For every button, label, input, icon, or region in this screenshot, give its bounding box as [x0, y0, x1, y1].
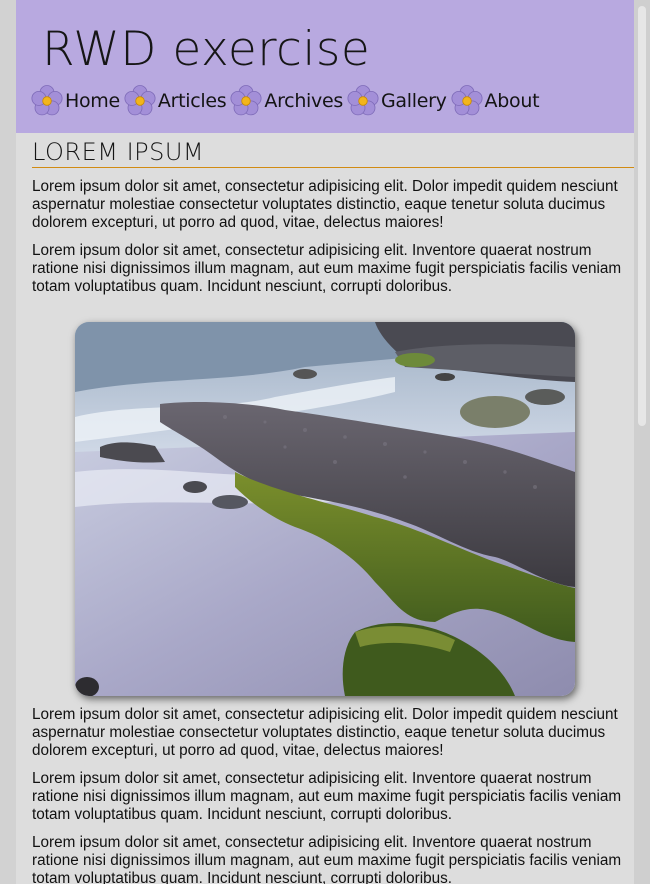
flower-icon [451, 85, 483, 116]
nav-label-archives: Archives [264, 90, 343, 112]
page: RWD exercise Home Articles Archives Gall… [16, 0, 634, 884]
nav-label-home: Home [65, 90, 120, 112]
section-heading: LOREM IPSUM [32, 133, 634, 168]
nav-item-gallery[interactable]: Gallery [346, 84, 447, 118]
beach-rock-photo [75, 322, 575, 696]
nav-item-articles[interactable]: Articles [123, 84, 227, 118]
site-title: RWD exercise [42, 22, 371, 77]
vertical-scrollbar[interactable] [634, 0, 650, 884]
nav-label-articles: Articles [157, 90, 227, 112]
flower-icon [230, 85, 262, 116]
site-header: RWD exercise Home Articles Archives Gall… [16, 0, 634, 133]
nav-item-home[interactable]: Home [30, 84, 120, 118]
paragraph: Lorem ipsum dolor sit amet, consectetur … [32, 178, 618, 231]
paragraph: Lorem ipsum dolor sit amet, consectetur … [32, 770, 622, 823]
flower-icon [31, 85, 63, 116]
beach-rock-image [75, 322, 575, 696]
main-content: LOREM IPSUM Lorem ipsum dolor sit amet, … [32, 133, 634, 884]
paragraph: Lorem ipsum dolor sit amet, consectetur … [32, 706, 618, 759]
flower-icon [347, 85, 379, 116]
nav-label-gallery: Gallery [380, 90, 447, 112]
paragraph: Lorem ipsum dolor sit amet, consectetur … [32, 834, 622, 884]
nav-label-about: About [484, 90, 540, 112]
main-nav: Home Articles Archives Gallery About [30, 84, 542, 118]
nav-item-about[interactable]: About [450, 84, 540, 118]
scrollbar-thumb[interactable] [638, 6, 646, 426]
paragraph: Lorem ipsum dolor sit amet, consectetur … [32, 242, 622, 295]
flower-icon [124, 85, 156, 116]
nav-item-archives[interactable]: Archives [229, 84, 343, 118]
